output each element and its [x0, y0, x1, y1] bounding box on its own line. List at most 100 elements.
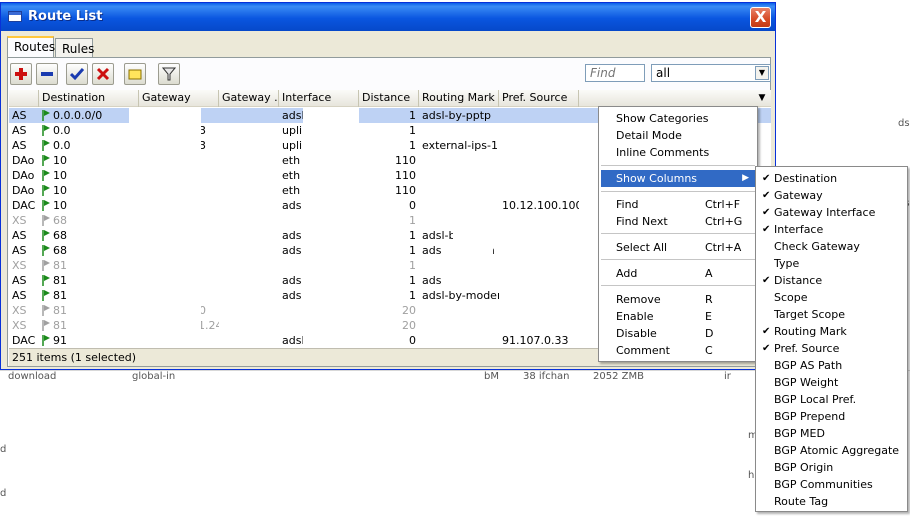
find-input[interactable]	[585, 64, 645, 82]
column-header-pref-source[interactable]: Pref. Source	[499, 90, 579, 107]
remove-button[interactable]	[36, 63, 58, 85]
column-toggle-item[interactable]: Scope	[758, 289, 905, 306]
context-menu-item[interactable]: Show Categories	[601, 110, 755, 127]
destination-text: 81	[53, 274, 67, 287]
comment-button[interactable]	[124, 63, 146, 85]
route-flag-icon	[42, 320, 50, 331]
cell-dist: 110	[395, 169, 416, 182]
menu-item-label: Select All	[616, 241, 668, 254]
menu-item-label: Inline Comments	[616, 146, 710, 159]
column-toggle-item[interactable]: ✔ Interface	[758, 221, 905, 238]
add-button[interactable]	[10, 63, 32, 85]
menu-item-shortcut: Ctrl+A	[705, 241, 742, 254]
route-flag-icon	[42, 110, 50, 121]
cell-src	[499, 288, 579, 303]
route-flag-icon	[42, 335, 50, 346]
filter-button[interactable]	[158, 63, 180, 85]
row-flags: XS	[12, 304, 27, 317]
cell-dist: 1	[409, 229, 416, 242]
context-menu-item[interactable]: Enable E	[601, 308, 755, 325]
checkmark-icon: ✔	[762, 207, 771, 218]
add-icon	[15, 68, 27, 80]
close-button[interactable]: X	[750, 7, 771, 28]
column-toggle-item[interactable]: Type	[758, 255, 905, 272]
cell-dst: 81	[39, 273, 139, 288]
row-flags: DAo	[12, 169, 35, 182]
column-toggle-item[interactable]: ✔ Pref. Source	[758, 340, 905, 357]
destination-text: 81	[53, 304, 67, 317]
background-text: d	[0, 444, 7, 455]
column-header-interface[interactable]: Interface	[279, 90, 359, 107]
column-toggle-item[interactable]: Check Gateway	[758, 238, 905, 255]
destination-text: 0.0	[53, 139, 71, 152]
cell-mark: adsl-by-modem	[422, 289, 499, 302]
destination-text: 81	[53, 319, 67, 332]
context-menu-item[interactable]: Inline Comments	[601, 144, 755, 161]
context-menu-item[interactable]: Select All Ctrl+A	[601, 239, 755, 256]
menu-item-shortcut: Ctrl+G	[705, 215, 743, 228]
context-menu-item[interactable]: Disable D	[601, 325, 755, 342]
cell-mark	[419, 168, 499, 183]
cell-mark	[419, 183, 499, 198]
column-toggle-item[interactable]: BGP Local Pref.	[758, 391, 905, 408]
context-menu-item[interactable]: Detail Mode	[601, 127, 755, 144]
cell-src	[499, 138, 579, 153]
column-header-gateway-interface[interactable]: Gateway ...	[219, 90, 279, 107]
enable-button[interactable]	[66, 63, 88, 85]
cell-dist: 0	[409, 334, 416, 347]
column-toggle-label: Route Tag	[774, 495, 829, 508]
column-toggle-item[interactable]: BGP Origin	[758, 459, 905, 476]
cell-mark	[419, 123, 499, 138]
context-menu-item[interactable]: Show Columns ▶	[601, 170, 755, 187]
column-header-flags[interactable]	[9, 90, 39, 107]
destination-text: 68	[53, 229, 67, 242]
menu-item-label: Show Categories	[616, 112, 709, 125]
background-text: bM	[484, 371, 499, 382]
destination-text: 0.0.0.0/0	[53, 109, 103, 122]
column-header-gateway[interactable]: Gateway	[139, 90, 219, 107]
column-toggle-item[interactable]: ✔ Distance	[758, 272, 905, 289]
column-header-routing-mark[interactable]: Routing Mark	[419, 90, 499, 107]
column-toggle-label: Distance	[774, 274, 823, 287]
column-toggle-item[interactable]: BGP Prepend	[758, 408, 905, 425]
column-menu-arrow-icon[interactable]: ▼	[753, 90, 771, 107]
tab-routes[interactable]: Routes	[7, 36, 55, 58]
filter-select[interactable]: all ▼	[651, 64, 771, 82]
route-flag-icon	[42, 290, 50, 301]
column-toggle-item[interactable]: BGP Weight	[758, 374, 905, 391]
context-menu-item[interactable]: Find Next Ctrl+G	[601, 213, 755, 230]
column-toggle-item[interactable]: BGP Communities	[758, 476, 905, 493]
context-menu-item[interactable]: Comment C	[601, 342, 755, 359]
column-toggle-item[interactable]: ✔ Gateway	[758, 187, 905, 204]
row-flags: XS	[12, 259, 27, 272]
column-toggle-label: Destination	[774, 172, 838, 185]
context-menu-item[interactable]: Find Ctrl+F	[601, 196, 755, 213]
column-toggle-item[interactable]: BGP AS Path	[758, 357, 905, 374]
column-toggle-item[interactable]: ✔ Gateway Interface	[758, 204, 905, 221]
column-header-distance[interactable]: Distance	[359, 90, 419, 107]
column-toggle-item[interactable]: BGP Atomic Aggregate	[758, 442, 905, 459]
column-header-destination[interactable]: Destination	[39, 90, 139, 107]
route-flag-icon	[42, 230, 50, 241]
column-toggle-item[interactable]: BGP MED	[758, 425, 905, 442]
column-toggle-item[interactable]: Route Tag	[758, 493, 905, 510]
route-flag-icon	[42, 305, 50, 316]
tab-rules[interactable]: Rules	[55, 38, 94, 59]
context-menu-item[interactable]: Remove R	[601, 291, 755, 308]
cell-src	[499, 258, 579, 273]
route-flag-icon	[42, 125, 50, 136]
cell-src: 10.12.100.100	[502, 199, 579, 212]
column-toggle-item[interactable]: ✔ Destination	[758, 170, 905, 187]
column-toggle-item[interactable]: ✔ Routing Mark	[758, 323, 905, 340]
column-toggle-label: BGP Local Pref.	[774, 393, 857, 406]
menu-item-shortcut: C	[705, 344, 713, 357]
column-toggle-item[interactable]: Target Scope	[758, 306, 905, 323]
disable-button[interactable]	[92, 63, 114, 85]
menu-item-shortcut: D	[705, 327, 714, 340]
menu-item-label: Comment	[616, 344, 670, 357]
route-flag-icon	[42, 200, 50, 211]
dropdown-arrow-icon[interactable]: ▼	[755, 66, 769, 80]
cell-src	[499, 243, 579, 258]
title-bar[interactable]: Route List X	[1, 3, 775, 31]
context-menu-item[interactable]: Add A	[601, 265, 755, 282]
